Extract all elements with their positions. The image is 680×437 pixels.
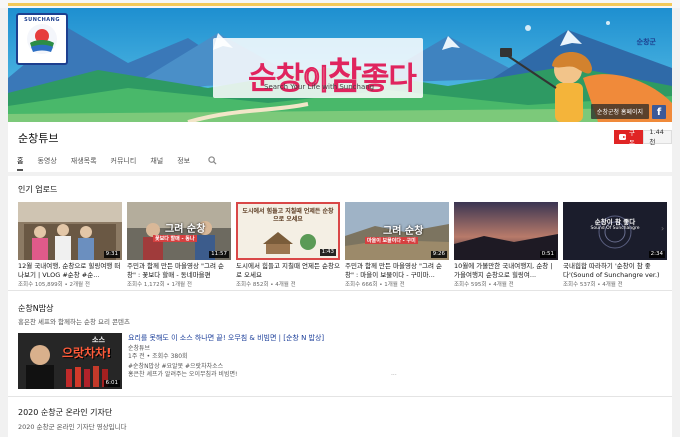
channel-logo: SUNCHANG [16, 13, 68, 65]
thumbnail-overlay-text: 그려 순창 [165, 224, 206, 235]
video-title[interactable]: 12월 국내여행, 순창으로 힐링여행 떠나보기 | VLOG #순창 #순..… [18, 262, 122, 279]
popular-uploads-section: 인기 업로드 9:31 12월 국내여행, 순창으로 힐링여행 떠나보기 | V… [8, 176, 672, 290]
video-thumbnail[interactable]: 순창이 참 좋다 Sound Of Sunchangre 2:34 [563, 202, 667, 260]
popular-uploads-title: 인기 업로드 [18, 185, 58, 194]
search-icon[interactable] [208, 156, 217, 171]
banner-links: 순창군청 홈페이지 f [590, 104, 666, 119]
video-thumbnail[interactable]: 0:51 [454, 202, 558, 260]
channel-banner: SUNCHANG 순창이참좋다 Search Your Life with Su… [8, 8, 672, 122]
tab-home[interactable]: 홈 [17, 156, 24, 171]
reporters-section: 2020 순창군 온라인 기자단 2020 순창군 온라인 기자단 영상입니다 [8, 397, 672, 437]
thumbnail-overlay-text: 으랏차차! [62, 346, 112, 360]
reporters-title: 2020 순창군 온라인 기자단 [18, 408, 113, 417]
channel-header: 순창튜브 구독 1.44천 홈 동영상 재생목록 커뮤니티 채널 정보 [8, 122, 672, 172]
video-meta: 조회수 1,172회 • 1개월 전 [127, 282, 192, 288]
video-meta: 조회수 105,899회 • 2개월 전 [18, 282, 90, 288]
more-dots: ... [391, 370, 397, 377]
video-card[interactable]: 도시에서 힘들고 지칠때 언제든 순창으로 오세요 1:43 도시에서 힘들고 … [236, 202, 340, 288]
n-bang-subtitle: 홍은찬 셰프와 함께하는 순창 요리 콘텐츠 [18, 318, 130, 326]
video-meta: 조회수 852회 • 4개월 전 [236, 282, 296, 288]
channel-name: 순창튜브 [18, 132, 59, 145]
video-card[interactable]: 그려 순창 마을이 보물이다 - 구미 9:26 주민과 함께 만든 마을영상 … [345, 202, 449, 288]
banner-title-part2: 이 [303, 63, 330, 97]
video-card[interactable]: 9:31 12월 국내여행, 순창으로 힐링여행 떠나보기 | VLOG #순창… [18, 202, 122, 288]
video-thumbnail[interactable]: 소스 으랏차차! 6:01 [18, 333, 122, 389]
video-duration: 0:51 [539, 251, 556, 258]
video-meta: 조회수 537회 • 4개월 전 [563, 282, 623, 288]
channel-tabs: 홈 동영상 재생목록 커뮤니티 채널 정보 [17, 156, 217, 171]
tab-about[interactable]: 정보 [177, 156, 190, 171]
banner-title-part4: 좋다 [360, 61, 417, 97]
banner-title-part3: 참 [327, 55, 362, 98]
thumbnail-overlay-tag: 꽃보다 할매 - 동나 [153, 235, 197, 242]
video-duration: 9:31 [103, 251, 120, 258]
video-card[interactable]: 그려 순창 꽃보다 할매 - 동나 11:57 주민과 함께 만든 마을영상 "… [127, 202, 231, 288]
top-accent-strip [0, 0, 680, 8]
video-meta: 조회수 595회 • 4개월 전 [454, 282, 514, 288]
video-duration: 2:34 [648, 251, 665, 258]
county-homepage-link[interactable]: 순창군청 홈페이지 [590, 104, 649, 119]
logo-emblem-icon [27, 24, 57, 54]
banner-subtitle: Search Your Life with Sunchang [264, 83, 375, 91]
video-title[interactable]: 요리를 못해도 이 소스 하나면 끝! 오무침 & 비빔면 | [순창 N 밥상… [128, 333, 324, 343]
subscribe-button[interactable]: 구독 [614, 129, 644, 147]
video-duration: 6:01 [103, 380, 120, 387]
thumbnail-overlay-text: 그려 순창 [383, 226, 424, 237]
video-title[interactable]: 국내힙합 따라하기 '순창이 참 좋다'(Sound of Sunchangre… [563, 262, 667, 279]
video-thumbnail[interactable]: 도시에서 힘들고 지칠때 언제든 순창으로 오세요 1:43 [236, 202, 340, 260]
tab-playlists[interactable]: 재생목록 [71, 156, 97, 171]
thumbnail-overlay-text: 도시에서 힘들고 지칠때 언제든 순창으로 오세요 [242, 208, 334, 223]
n-bang-section: 순창N밥상 홍은찬 셰프와 함께하는 순창 요리 콘텐츠 소스 으랏차차! 6:… [8, 291, 672, 396]
subscribe-group: 구독 1.44천 [614, 128, 672, 147]
video-description: 홍은찬 셰프가 알려주는 오이무침과 비빔면! [128, 371, 238, 378]
video-title[interactable]: 10월에 가볼만한 국내여행지, 순창 | 가을여행지 순창으로 힐링여... [454, 262, 558, 279]
video-thumbnail[interactable]: 9:31 [18, 202, 122, 260]
n-bang-title: 순창N밥상 [18, 304, 54, 313]
video-duration: 9:26 [430, 251, 447, 258]
banner-title: 순창이참좋다 [248, 46, 417, 100]
banner-title-part1: 순창 [248, 61, 304, 97]
video-meta: 1주 전 • 조회수 380회 [128, 353, 188, 360]
thumbnail-overlay-text: 순창이 참 좋다 [594, 218, 636, 226]
video-duration: 11:57 [209, 251, 229, 258]
video-card[interactable]: 0:51 10월에 가볼만한 국내여행지, 순창 | 가을여행지 순창으로 힐링… [454, 202, 558, 288]
video-duration: 1:43 [319, 249, 336, 256]
video-thumbnail[interactable]: 그려 순창 꽃보다 할매 - 동나 11:57 [127, 202, 231, 260]
video-thumbnail[interactable]: 그려 순창 마을이 보물이다 - 구미 9:26 [345, 202, 449, 260]
thumbnail-overlay-tag: Sound Of Sunchangre [590, 226, 640, 231]
video-title[interactable]: 주민과 함께 만든 마을영상 "그려 순창" : 꽃보다 할매 - 동네마을편 [127, 262, 231, 279]
video-title[interactable]: 주민과 함께 만든 마을영상 "그려 순창" : 마을이 보물이다 - 구미마.… [345, 262, 449, 279]
tab-community[interactable]: 커뮤니티 [111, 156, 137, 171]
banner-brand: 순창군 [636, 38, 656, 46]
video-meta: 조회수 666회 • 1개월 전 [345, 282, 405, 288]
tab-videos[interactable]: 동영상 [37, 156, 56, 171]
facebook-icon[interactable]: f [652, 104, 666, 119]
subscribe-label: 구독 [629, 129, 636, 147]
video-card[interactable]: 순창이 참 좋다 Sound Of Sunchangre 2:34 국내힙합 따… [563, 202, 667, 288]
subscriber-count: 1.44천 [643, 128, 672, 146]
youtube-play-icon [619, 134, 627, 140]
chevron-right-icon[interactable]: › [661, 224, 664, 233]
thumbnail-overlay-tag: 마을이 보물이다 - 구미 [365, 237, 418, 244]
tab-channels[interactable]: 채널 [150, 156, 163, 171]
reporters-subtitle: 2020 순창군 온라인 기자단 영상입니다 [18, 423, 127, 431]
video-title[interactable]: 도시에서 힘들고 지칠때 언제든 순창으로 오세요 [236, 262, 340, 279]
